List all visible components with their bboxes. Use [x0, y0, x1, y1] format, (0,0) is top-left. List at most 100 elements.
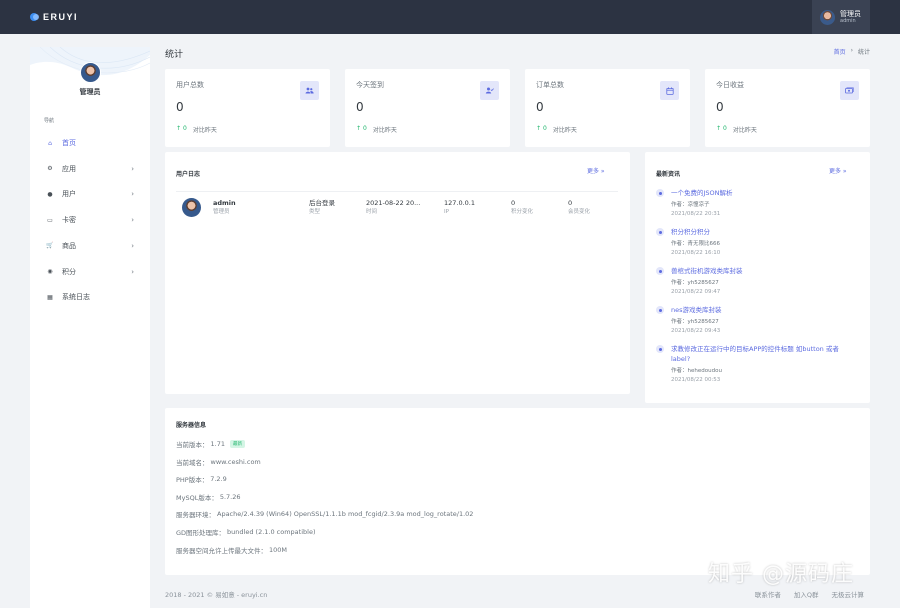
news-item-title[interactable]: 求教修改正在运行中的目标APP的控件标题 如button 或者 label? [671, 344, 851, 364]
stat-card-checkin: 今天签到 0 ↑ 0 对比昨天 [345, 69, 510, 147]
news-item-title[interactable]: 积分积分积分 [671, 227, 851, 237]
sidebar-item[interactable]: 🛒 商品 › [30, 236, 150, 256]
user-info: 管理员 admin [840, 10, 861, 24]
news-item-author: 作者：凉憧凉子 [671, 202, 710, 208]
settings-icon: ⚙ [47, 165, 53, 173]
user-log-title: 用户日志 [176, 171, 201, 178]
log-ip-label: IP [444, 209, 449, 215]
footer-links: 联系作者 加入Q群 无极云计算 [755, 589, 864, 599]
server-info-label: 当前版本： [176, 441, 209, 449]
stat-compare: ↑ 0 对比昨天 [536, 125, 577, 134]
sidebar-item[interactable]: ▭ 卡密 › [30, 210, 150, 230]
calendar-icon: ▦ [47, 293, 53, 301]
stat-value: 0 [176, 100, 184, 114]
stat-title: 今日收益 [716, 81, 744, 89]
server-info-label: PHP版本： [176, 476, 209, 485]
chevron-right-icon: › [131, 216, 134, 225]
money-icon [840, 81, 859, 100]
server-info-label: 服务器空间允许上传最大文件： [176, 546, 267, 555]
avatar [182, 198, 201, 217]
card-icon: ▭ [47, 216, 53, 224]
server-info-value: Apache/2.4.39 (Win64) OpenSSL/1.1.1b mod… [217, 510, 474, 519]
log-time-label: 时间 [366, 209, 378, 215]
profile-avatar[interactable] [80, 62, 101, 83]
server-info-line: 服务器空间允许上传最大文件： 100M [176, 545, 287, 555]
server-info-line: MySQL版本： 5.7.26 [176, 492, 241, 502]
server-info-value: 100M [269, 545, 288, 554]
sidebar-item-label: 用户 [62, 190, 76, 199]
news-item-title[interactable]: 一个免费的JSON解析 [671, 188, 851, 198]
sidebar-item[interactable]: ⌂ 首页 [30, 133, 150, 153]
stat-value: 0 [536, 100, 544, 114]
stat-compare-label: 对比昨天 [192, 127, 217, 134]
top-navbar: ERUYI 管理员 admin [0, 0, 900, 34]
server-info-line: 当前版本： 1.71 最新 [176, 439, 245, 449]
news-item-title[interactable]: nes游戏类库封装 [671, 305, 851, 315]
bullet-icon [656, 267, 664, 275]
table-row[interactable]: admin 管理员 后台登录 类型 2021-08-22 20... 时间 12… [176, 191, 618, 231]
log-member-value: 0 [568, 199, 573, 207]
sidebar-item[interactable]: ● 用户 › [30, 184, 150, 204]
log-type: 后台登录 类型 [309, 198, 335, 217]
stat-up-value: 0 [543, 125, 547, 132]
logo[interactable]: ERUYI [30, 12, 78, 22]
news-item-date: 2021/08/22 09:43 [671, 328, 721, 334]
user-log-more-link[interactable]: 更多 » [587, 166, 605, 175]
stat-value: 0 [716, 100, 724, 114]
log-time: 2021-08-22 20... 时间 [366, 198, 420, 217]
log-user-role: 管理员 [213, 209, 230, 215]
up-arrow-icon: ↑ [716, 125, 722, 132]
news-item-author: 作者：yh5285627 [671, 280, 719, 286]
log-ip: 127.0.0.1 IP [444, 198, 475, 217]
news-item-author: 作者：hehedoudou [671, 368, 722, 374]
news-item-date: 2021/08/22 16:10 [671, 250, 721, 256]
stat-card-revenue: 今日收益 0 ↑ 0 对比昨天 [705, 69, 870, 147]
home-icon: ⌂ [48, 139, 52, 147]
breadcrumb-home[interactable]: 首页 [834, 47, 846, 56]
chevron-right-icon: › [131, 267, 134, 276]
server-info-value: www.ceshi.com [210, 457, 261, 466]
stat-up-value: 0 [183, 125, 187, 132]
sidebar-item-label: 商品 [62, 241, 76, 250]
log-points-value: 0 [511, 199, 516, 207]
footer-link-contact[interactable]: 联系作者 [755, 589, 781, 599]
stat-up-value: 0 [363, 125, 367, 132]
user-log-card: 用户日志 更多 » admin 管理员 后台登录 类型 2021-08-22 2… [165, 152, 630, 394]
news-title: 最新资讯 [656, 171, 681, 178]
log-member: 0 会员变化 [568, 198, 590, 217]
user-menu[interactable]: 管理员 admin [812, 0, 870, 34]
news-item-title[interactable]: 兽棺式街机游戏类库封装 [671, 266, 851, 276]
log-time-value: 2021-08-22 20... [366, 199, 421, 207]
news-item-author: 作者：青无限比666 [671, 241, 720, 247]
cart-icon: 🛒 [46, 242, 54, 250]
avatar [820, 9, 835, 25]
user-icon: ● [47, 190, 53, 198]
users-icon [300, 81, 319, 100]
sidebar-item-label: 应用 [62, 164, 76, 173]
log-user-name: admin [213, 199, 236, 207]
page-title: 统计 [165, 50, 184, 60]
server-info-label: 服务器环境： [176, 511, 215, 520]
news-card: 最新资讯 更多 » 一个免费的JSON解析 作者：凉憧凉子 2021/08/22 2… [645, 152, 870, 403]
stat-title: 订单总数 [536, 81, 564, 89]
sidebar-item[interactable]: ⚙ 应用 › [30, 159, 150, 179]
sidebar-item[interactable]: ◉ 积分 › [30, 262, 150, 282]
sidebar-item-label: 首页 [62, 139, 76, 147]
footer-link-cloud[interactable]: 无极云计算 [832, 589, 865, 599]
stat-title: 用户总数 [176, 81, 204, 89]
bullet-icon [656, 228, 664, 236]
sidebar-item[interactable]: ▦ 系统日志 [30, 287, 150, 307]
breadcrumb: 首页 › 统计 [834, 47, 870, 56]
up-arrow-icon: ↑ [356, 125, 362, 132]
news-item-author: 作者：yh5285627 [671, 319, 719, 325]
footer-link-qq-group[interactable]: 加入Q群 [794, 589, 819, 599]
user-check-icon [480, 81, 499, 100]
stat-compare: ↑ 0 对比昨天 [356, 125, 397, 134]
news-item: 兽棺式街机游戏类库封装 作者：yh5285627 2021/08/22 09:47 [656, 266, 851, 297]
news-item: 求教修改正在运行中的目标APP的控件标题 如button 或者 label? 作者… [656, 344, 851, 385]
stat-compare-label: 对比昨天 [732, 127, 757, 134]
breadcrumb-separator: › [850, 47, 853, 54]
profile-name: 管理员 [79, 88, 101, 96]
server-info-card: 服务器信息 当前版本： 1.71 最新 当前域名： www.ceshi.com PHP版本… [165, 408, 870, 575]
news-more-link[interactable]: 更多 » [829, 166, 847, 175]
